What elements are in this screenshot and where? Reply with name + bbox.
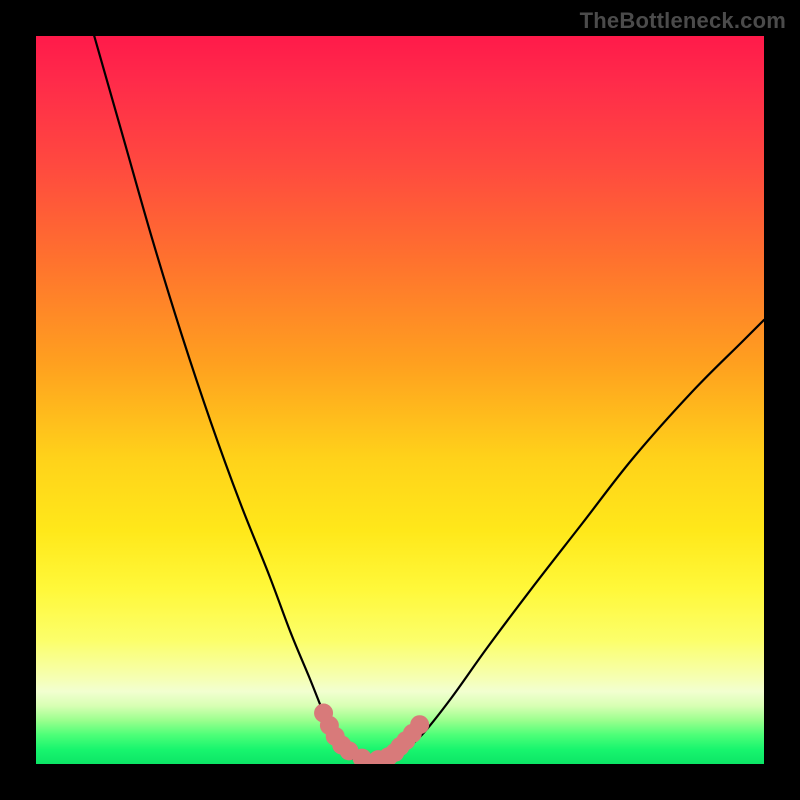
watermark-text: TheBottleneck.com xyxy=(580,8,786,34)
transition-marker xyxy=(410,715,429,734)
bottleneck-curve xyxy=(94,36,764,761)
plot-area xyxy=(36,36,764,764)
curve-layer xyxy=(36,36,764,764)
chart-frame: TheBottleneck.com xyxy=(0,0,800,800)
transition-markers-group xyxy=(314,704,429,764)
